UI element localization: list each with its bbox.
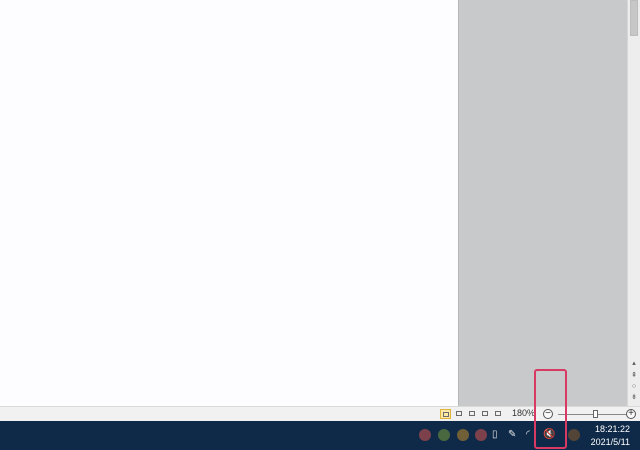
next-page-button[interactable]: ⇟ [628, 392, 640, 404]
document-page[interactable] [0, 0, 459, 406]
usb-icon[interactable]: ▯ [492, 428, 498, 442]
wifi-icon[interactable]: ◜ [526, 428, 530, 442]
print-layout-icon [443, 412, 449, 417]
volume-muted-icon[interactable]: 🔇 [543, 428, 555, 442]
clock-date: 2021/5/11 [590, 437, 630, 447]
status-bar: 180% − + [0, 406, 640, 421]
read-mode-icon [456, 411, 462, 416]
zoom-slider-track[interactable] [558, 414, 626, 415]
vertical-scrollbar[interactable]: ▴ ⇞ ○ ⇟ [627, 0, 640, 406]
app-icon-green[interactable] [438, 429, 450, 441]
outline-icon [482, 411, 488, 416]
pen-icon[interactable]: ✎ [508, 428, 516, 442]
scrollbar-thumb[interactable] [630, 0, 638, 36]
zoom-in-button[interactable]: + [626, 409, 636, 419]
taskbar: ▯ ✎ ◜ 🔇 18:21:22 2021/5/11 [0, 421, 640, 450]
app-icon-red[interactable] [419, 429, 431, 441]
scroll-down-arrow[interactable]: ▴ [628, 358, 640, 370]
system-clock[interactable]: 18:21:22 2021/5/11 [591, 423, 630, 449]
outline-view-button[interactable] [480, 409, 491, 419]
web-layout-view-button[interactable] [467, 409, 478, 419]
app-icon-orange[interactable] [457, 429, 469, 441]
read-mode-view-button[interactable] [454, 409, 465, 419]
zoom-slider-thumb[interactable] [593, 410, 598, 418]
zoom-level-label[interactable]: 180% [512, 408, 535, 418]
print-layout-view-button[interactable] [440, 409, 451, 419]
draft-view-button[interactable] [493, 409, 504, 419]
document-area [0, 0, 628, 406]
draft-icon [495, 411, 501, 416]
app-icon-dim[interactable] [568, 429, 580, 441]
app-icon-red2[interactable] [475, 429, 487, 441]
zoom-out-button[interactable]: − [543, 409, 553, 419]
web-layout-icon [469, 411, 475, 416]
clock-time: 18:21:22 [594, 424, 630, 434]
